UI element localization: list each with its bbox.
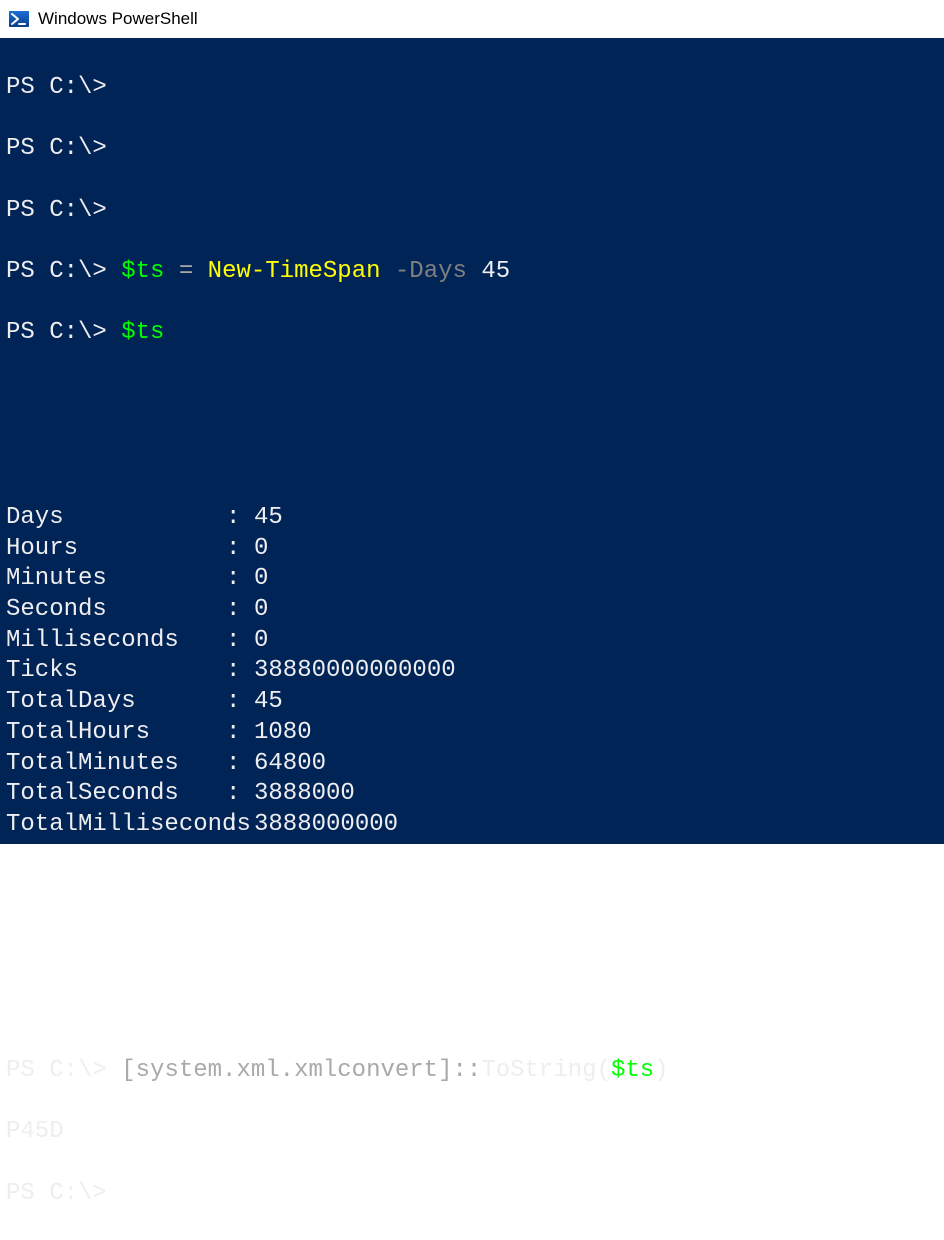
output-line: P45D: [6, 1117, 938, 1148]
output-separator: :: [226, 687, 254, 718]
title-bar: Windows PowerShell: [0, 0, 944, 38]
output-block: Days: 45Hours: 0Minutes: 0Seconds: 0Mill…: [6, 503, 938, 841]
output-row: Minutes: 0: [6, 564, 938, 595]
output-key: TotalHours: [6, 718, 226, 749]
output-value: 3888000000: [254, 810, 398, 841]
output-value: 45: [254, 687, 283, 718]
variable-token: $ts: [611, 1057, 654, 1084]
output-separator: :: [226, 656, 254, 687]
output-separator: :: [226, 810, 254, 841]
output-separator: :: [226, 626, 254, 657]
output-row: TotalHours: 1080: [6, 718, 938, 749]
prompt-line: PS C:\>: [6, 1179, 938, 1210]
prompt-line: PS C:\>: [6, 196, 938, 227]
output-value: 0: [254, 595, 268, 626]
result-text: P45D: [6, 1118, 64, 1145]
output-row: Days: 45: [6, 503, 938, 534]
output-separator: :: [226, 779, 254, 810]
output-key: Days: [6, 503, 226, 534]
blank-line: [6, 933, 938, 964]
output-key: TotalSeconds: [6, 779, 226, 810]
output-separator: :: [226, 564, 254, 595]
output-value: 3888000: [254, 779, 355, 810]
blank-line: [6, 441, 938, 472]
command-line-xmlconvert: PS C:\> [system.xml.xmlconvert]::ToStrin…: [6, 1056, 938, 1087]
output-key: Milliseconds: [6, 626, 226, 657]
blank-line: [6, 994, 938, 1025]
output-row: Milliseconds: 0: [6, 626, 938, 657]
prompt: PS C:\>: [6, 135, 107, 162]
command-line-assign: PS C:\> $ts = New-TimeSpan -Days 45: [6, 257, 938, 288]
output-value: 0: [254, 534, 268, 565]
output-key: TotalMinutes: [6, 749, 226, 780]
scope-token: ::: [453, 1057, 482, 1084]
output-key: TotalMilliseconds: [6, 810, 226, 841]
output-row: TotalSeconds: 3888000: [6, 779, 938, 810]
output-key: Minutes: [6, 564, 226, 595]
command-line-echo: PS C:\> $ts: [6, 318, 938, 349]
output-separator: :: [226, 503, 254, 534]
output-separator: :: [226, 749, 254, 780]
prompt: PS C:\>: [6, 1057, 107, 1084]
window-title: Windows PowerShell: [38, 9, 198, 29]
blank-line: [6, 380, 938, 411]
class-token: [system.xml.xmlconvert]: [121, 1057, 452, 1084]
output-row: TotalDays: 45: [6, 687, 938, 718]
output-value: 45: [254, 503, 283, 534]
cmdlet-token: New-TimeSpan: [208, 258, 381, 285]
variable-token: $ts: [121, 319, 164, 346]
output-value: 38880000000000: [254, 656, 456, 687]
prompt-line: PS C:\>: [6, 134, 938, 165]
prompt: PS C:\>: [6, 258, 107, 285]
param-token: -Days: [381, 258, 467, 285]
output-separator: :: [226, 718, 254, 749]
prompt: PS C:\>: [6, 1180, 107, 1207]
output-value: 1080: [254, 718, 312, 749]
output-separator: :: [226, 534, 254, 565]
output-row: Seconds: 0: [6, 595, 938, 626]
prompt: PS C:\>: [6, 74, 107, 101]
output-separator: :: [226, 595, 254, 626]
output-row: Ticks: 38880000000000: [6, 656, 938, 687]
number-token: 45: [467, 258, 510, 285]
output-value: 64800: [254, 749, 326, 780]
prompt: PS C:\>: [6, 197, 107, 224]
output-row: TotalMilliseconds: 3888000000: [6, 810, 938, 841]
output-value: 0: [254, 564, 268, 595]
output-row: TotalMinutes: 64800: [6, 749, 938, 780]
method-close-token: ): [654, 1057, 668, 1084]
output-key: Ticks: [6, 656, 226, 687]
output-key: Seconds: [6, 595, 226, 626]
output-row: Hours: 0: [6, 534, 938, 565]
output-value: 0: [254, 626, 268, 657]
blank-line: [6, 871, 938, 902]
prompt: PS C:\>: [6, 319, 107, 346]
method-token: ToString(: [481, 1057, 611, 1084]
powershell-icon: [8, 8, 30, 30]
variable-token: $ts: [121, 258, 164, 285]
output-key: TotalDays: [6, 687, 226, 718]
terminal-body[interactable]: PS C:\> PS C:\> PS C:\> PS C:\> $ts = Ne…: [0, 38, 944, 844]
output-key: Hours: [6, 534, 226, 565]
equals-token: =: [164, 258, 207, 285]
prompt-line: PS C:\>: [6, 73, 938, 104]
